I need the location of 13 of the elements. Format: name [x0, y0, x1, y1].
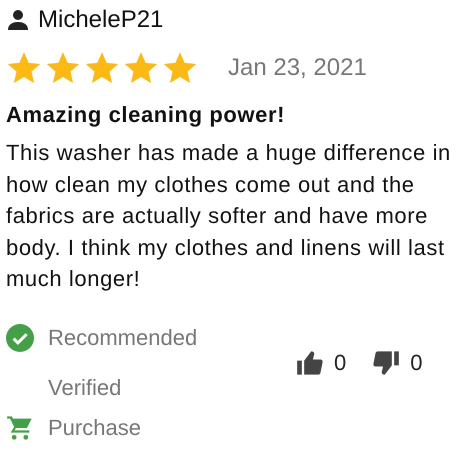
check-circle-icon — [6, 324, 34, 352]
badge-label: Recommended — [48, 324, 198, 352]
cart-icon — [6, 414, 34, 442]
thumbs-down-icon[interactable] — [372, 348, 400, 376]
review-text: This washer has made a huge difference in how clean my clothes come out and the fabrics are actually softer and have more body. I think my clothes and linens will last much longer! — [6, 139, 452, 293]
review-title: Amazing cleaning power! — [6, 102, 286, 128]
upvote-count: 0 — [334, 350, 346, 376]
downvote-count: 0 — [410, 350, 422, 376]
thumbs-up-icon[interactable] — [296, 348, 324, 376]
badge-label: Verified Purchase — [48, 374, 142, 442]
author-name: MicheleP21 — [38, 6, 164, 34]
review-date: Jan 23, 2021 — [228, 54, 367, 82]
user-icon — [6, 8, 30, 32]
